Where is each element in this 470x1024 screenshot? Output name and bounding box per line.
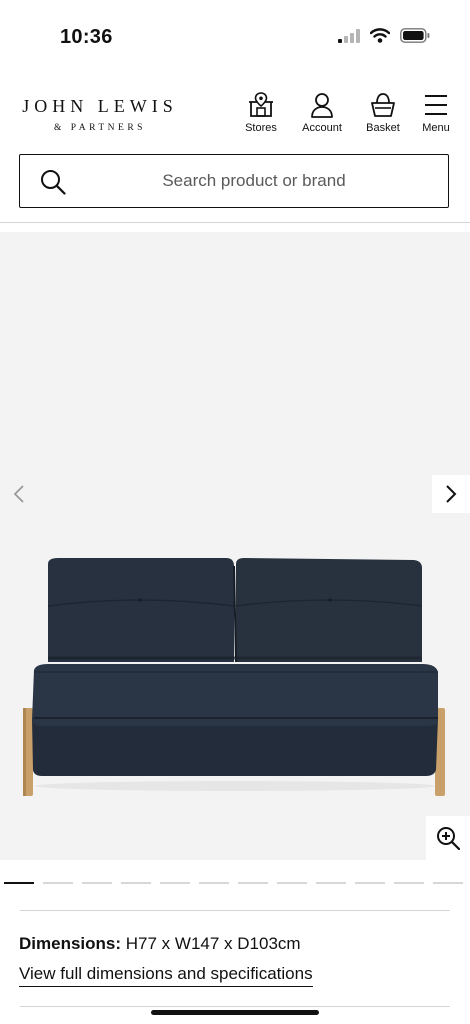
pagination-dash[interactable] [316,882,346,884]
product-dimensions: Dimensions: H77 x W147 x D103cm [19,934,301,954]
status-time: 10:36 [60,26,113,48]
next-image-button[interactable] [432,475,470,513]
status-icons [338,28,430,43]
nav-menu[interactable]: Menu [406,92,466,134]
chevron-right-icon [446,485,457,503]
previous-image-button[interactable] [0,475,38,513]
zoom-in-icon [437,827,460,850]
pagination-dash[interactable] [277,882,307,884]
search-icon[interactable] [40,169,66,195]
pagination-dash[interactable] [238,882,268,884]
hamburger-menu-icon [425,95,447,115]
pagination-dash[interactable] [82,882,112,884]
pagination-dash[interactable] [394,882,424,884]
nav-account-label: Account [302,122,342,134]
store-icon [249,92,273,117]
cellular-signal-icon [338,28,360,43]
account-icon [311,93,333,118]
nav-menu-label: Menu [422,122,450,134]
search-input[interactable] [80,155,428,207]
zoom-image-button[interactable] [426,816,470,860]
pagination-dash[interactable] [43,882,73,884]
site-header: JOHN LEWIS & PARTNERS Stores Account Bas… [0,86,470,142]
wifi-icon [370,28,390,43]
gallery-pagination [4,882,463,884]
pagination-dash[interactable] [4,882,34,884]
section-divider [20,910,450,911]
home-indicator[interactable] [151,1010,319,1015]
nav-account[interactable]: Account [292,92,352,134]
john-lewis-logo[interactable]: JOHN LEWIS & PARTNERS [20,96,180,133]
view-specifications-link[interactable]: View full dimensions and specifications [19,964,313,987]
header-divider [0,222,470,223]
nav-basket[interactable]: Basket [353,92,413,134]
nav-stores[interactable]: Stores [231,92,291,134]
search-bar [19,154,449,208]
pagination-dash[interactable] [160,882,190,884]
basket-icon [371,93,395,117]
pagination-dash[interactable] [121,882,151,884]
pagination-dash[interactable] [433,882,463,884]
sofa-bed-product-image [23,558,445,796]
battery-icon [400,28,430,43]
section-divider-bottom [20,1006,450,1007]
dimensions-label: Dimensions: [19,934,122,953]
logo-sub-text: & PARTNERS [54,123,146,133]
nav-basket-label: Basket [366,122,400,134]
dimensions-value: H77 x W147 x D103cm [125,934,301,953]
product-image-gallery[interactable] [0,232,470,860]
pagination-dash[interactable] [355,882,385,884]
logo-main-text: JOHN LEWIS [22,96,178,116]
pagination-dash[interactable] [199,882,229,884]
nav-stores-label: Stores [245,122,277,134]
status-bar: 10:36 [0,0,470,70]
chevron-left-icon [13,485,24,503]
